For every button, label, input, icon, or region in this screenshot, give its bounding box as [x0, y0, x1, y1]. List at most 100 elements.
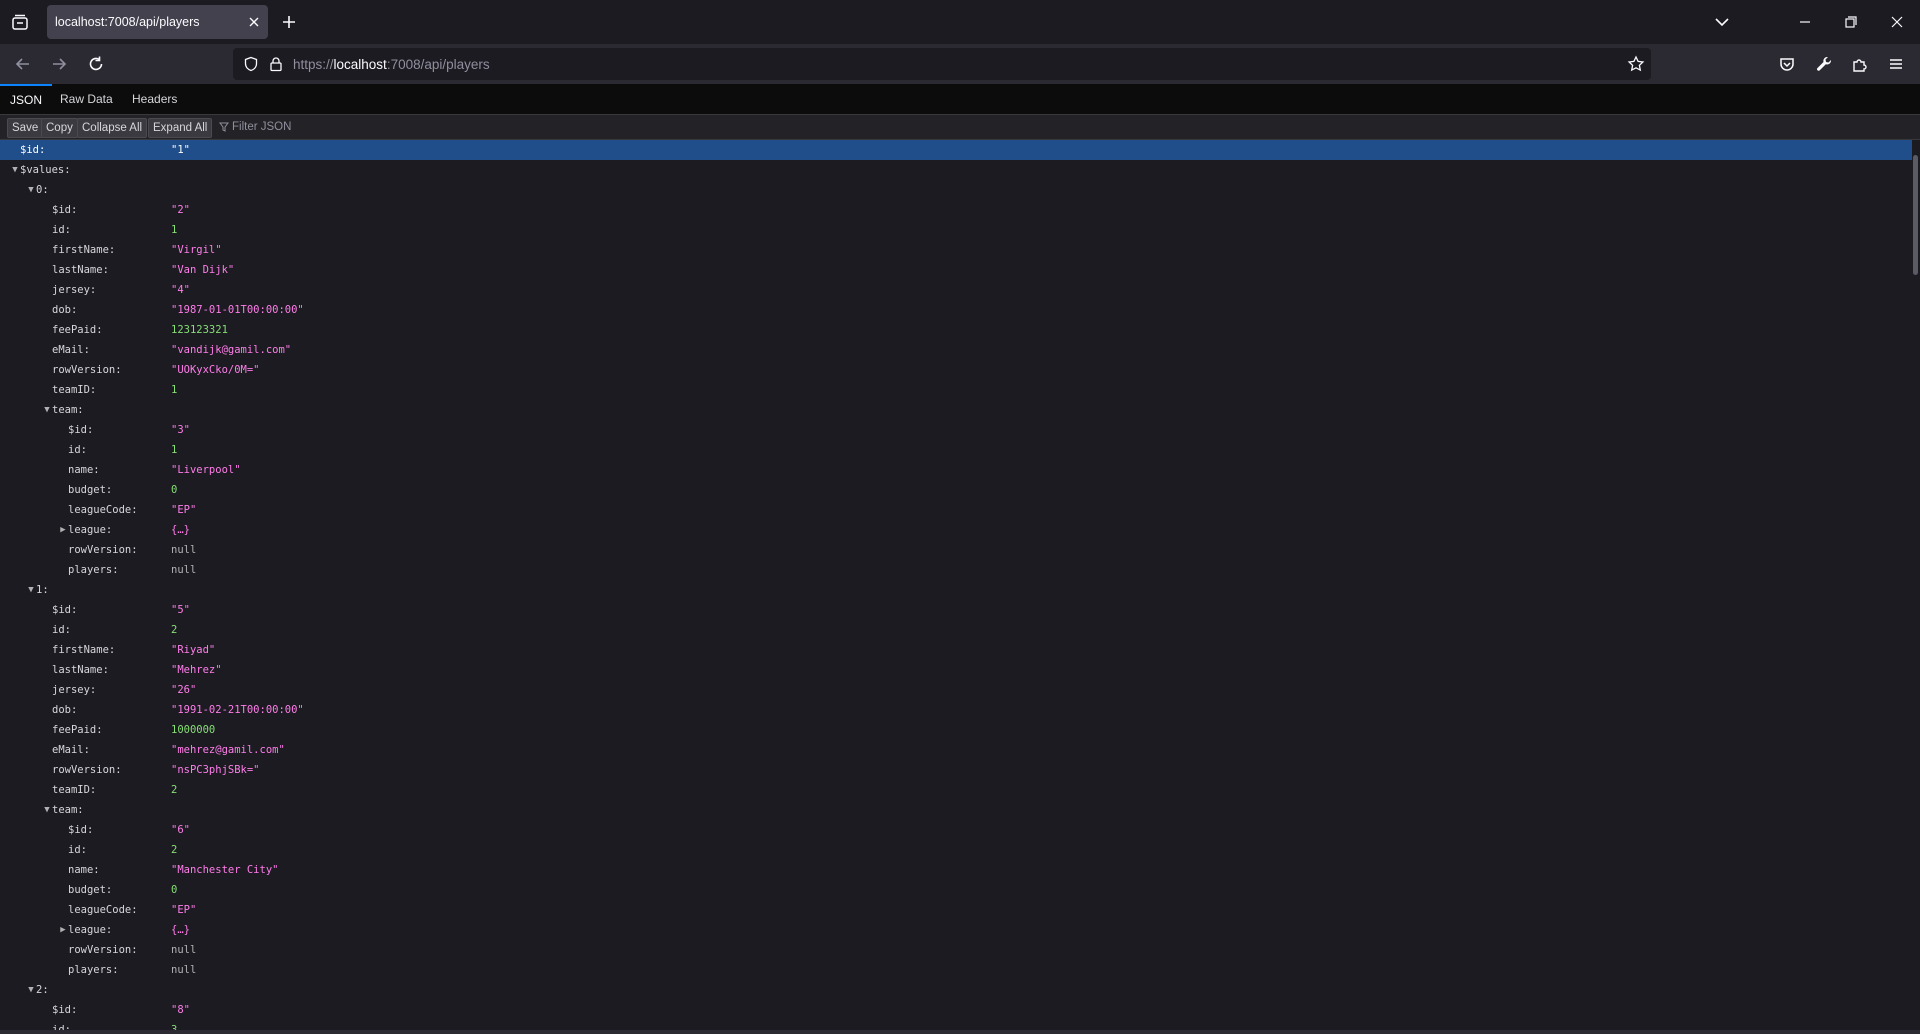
- json-row[interactable]: id: 1: [0, 220, 1912, 240]
- json-row[interactable]: ▼ $values:: [0, 160, 1912, 180]
- json-row[interactable]: eMail: "mehrez@gamil.com": [0, 740, 1912, 760]
- json-row[interactable]: budget: 0: [0, 880, 1912, 900]
- json-row[interactable]: $id: "8": [0, 1000, 1912, 1020]
- json-row[interactable]: id: 2: [0, 620, 1912, 640]
- json-row[interactable]: dob: "1991-02-21T00:00:00": [0, 700, 1912, 720]
- expanded-twisty-icon[interactable]: ▼: [10, 160, 20, 180]
- wrench-icon[interactable]: [1814, 54, 1834, 74]
- expanded-twisty-icon[interactable]: ▼: [42, 800, 52, 820]
- json-key: rowVersion:: [68, 944, 138, 956]
- copy-button[interactable]: Copy: [41, 118, 78, 138]
- json-value: 1: [171, 224, 178, 236]
- scrollbar[interactable]: [1913, 155, 1918, 275]
- url-bar[interactable]: https://localhost:7008/api/players: [233, 48, 1651, 80]
- json-value: 1: [171, 384, 178, 396]
- expanded-twisty-icon[interactable]: ▼: [42, 400, 52, 420]
- json-row[interactable]: $id: "2": [0, 200, 1912, 220]
- json-row[interactable]: id: 2: [0, 840, 1912, 860]
- json-row[interactable]: firstName: "Riyad": [0, 640, 1912, 660]
- close-window-icon[interactable]: [1887, 12, 1907, 32]
- json-key: id:: [52, 224, 71, 236]
- json-key: rowVersion:: [52, 764, 122, 776]
- json-value: null: [171, 964, 197, 976]
- json-row[interactable]: rowVersion: "UOKyxCko/0M=": [0, 360, 1912, 380]
- json-value: "5": [171, 604, 190, 616]
- collapsed-twisty-icon[interactable]: ▶: [58, 520, 68, 540]
- json-row[interactable]: budget: 0: [0, 480, 1912, 500]
- json-row[interactable]: jersey: "4": [0, 280, 1912, 300]
- pocket-icon[interactable]: [1777, 54, 1797, 74]
- json-row[interactable]: feePaid: 123123321: [0, 320, 1912, 340]
- menu-icon[interactable]: [1886, 54, 1906, 74]
- json-value: "Van Dijk": [171, 264, 235, 276]
- new-tab-icon[interactable]: [280, 13, 298, 31]
- restore-icon[interactable]: [1841, 12, 1861, 32]
- json-row[interactable]: players: null: [0, 960, 1912, 980]
- json-row[interactable]: rowVersion: null: [0, 940, 1912, 960]
- collapse-all-button[interactable]: Collapse All: [77, 118, 148, 138]
- json-row[interactable]: lastName: "Mehrez": [0, 660, 1912, 680]
- json-row[interactable]: $id: "1": [0, 140, 1912, 160]
- json-value: "26": [171, 684, 197, 696]
- bookmark-star-icon[interactable]: [1627, 55, 1645, 76]
- json-row[interactable]: ▼ team:: [0, 800, 1912, 820]
- json-key: team:: [52, 404, 84, 416]
- json-row[interactable]: teamID: 1: [0, 380, 1912, 400]
- json-row[interactable]: rowVersion: null: [0, 540, 1912, 560]
- lock-icon[interactable]: [268, 56, 284, 75]
- json-row[interactable]: $id: "3": [0, 420, 1912, 440]
- extensions-icon[interactable]: [1850, 54, 1870, 74]
- json-key: budget:: [68, 484, 113, 496]
- json-row[interactable]: id: 3: [0, 1020, 1912, 1030]
- json-row[interactable]: ▼ team:: [0, 400, 1912, 420]
- json-key: $id:: [68, 824, 94, 836]
- tab-json[interactable]: JSON: [0, 84, 53, 116]
- json-key: rowVersion:: [52, 364, 122, 376]
- json-row[interactable]: rowVersion: "nsPC3phjSBk=": [0, 760, 1912, 780]
- tab-list-icon[interactable]: [9, 12, 31, 34]
- json-row[interactable]: leagueCode: "EP": [0, 900, 1912, 920]
- expanded-twisty-icon[interactable]: ▼: [26, 180, 36, 200]
- tab-headers[interactable]: Headers: [122, 84, 187, 114]
- json-value: "4": [171, 284, 190, 296]
- json-row[interactable]: ▶ league: {…}: [0, 520, 1912, 540]
- reload-icon[interactable]: [86, 54, 106, 74]
- expanded-twisty-icon[interactable]: ▼: [26, 580, 36, 600]
- json-row[interactable]: $id: "5": [0, 600, 1912, 620]
- json-value: "2": [171, 204, 190, 216]
- close-tab-icon[interactable]: [246, 14, 262, 30]
- json-key: $id:: [68, 424, 94, 436]
- shield-icon[interactable]: [243, 56, 259, 75]
- collapsed-twisty-icon[interactable]: ▶: [58, 920, 68, 940]
- json-row[interactable]: eMail: "vandijk@gamil.com": [0, 340, 1912, 360]
- json-row[interactable]: name: "Liverpool": [0, 460, 1912, 480]
- json-row[interactable]: players: null: [0, 560, 1912, 580]
- tab-raw-data[interactable]: Raw Data: [50, 84, 123, 114]
- json-key: jersey:: [52, 684, 97, 696]
- json-row[interactable]: lastName: "Van Dijk": [0, 260, 1912, 280]
- json-row[interactable]: $id: "6": [0, 820, 1912, 840]
- json-row[interactable]: ▶ league: {…}: [0, 920, 1912, 940]
- expand-all-button[interactable]: Expand All: [148, 118, 213, 138]
- save-button[interactable]: Save: [7, 118, 44, 138]
- list-all-tabs-icon[interactable]: [1712, 12, 1732, 32]
- json-row[interactable]: id: 1: [0, 440, 1912, 460]
- json-row[interactable]: ▼ 0:: [0, 180, 1912, 200]
- back-icon[interactable]: [13, 54, 33, 74]
- expanded-twisty-icon[interactable]: ▼: [26, 980, 36, 1000]
- json-row[interactable]: ▼ 2:: [0, 980, 1912, 1000]
- json-row[interactable]: dob: "1987-01-01T00:00:00": [0, 300, 1912, 320]
- json-row[interactable]: teamID: 2: [0, 780, 1912, 800]
- json-row[interactable]: jersey: "26": [0, 680, 1912, 700]
- url-text[interactable]: https://localhost:7008/api/players: [293, 57, 490, 72]
- json-row[interactable]: firstName: "Virgil": [0, 240, 1912, 260]
- json-row[interactable]: leagueCode: "EP": [0, 500, 1912, 520]
- forward-icon[interactable]: [49, 54, 69, 74]
- json-row[interactable]: name: "Manchester City": [0, 860, 1912, 880]
- browser-tab[interactable]: localhost:7008/api/players: [47, 5, 268, 39]
- json-row[interactable]: feePaid: 1000000: [0, 720, 1912, 740]
- minimize-icon[interactable]: [1795, 12, 1815, 32]
- filter-json-input[interactable]: Filter JSON: [219, 118, 291, 136]
- json-value: "Virgil": [171, 244, 222, 256]
- json-row[interactable]: ▼ 1:: [0, 580, 1912, 600]
